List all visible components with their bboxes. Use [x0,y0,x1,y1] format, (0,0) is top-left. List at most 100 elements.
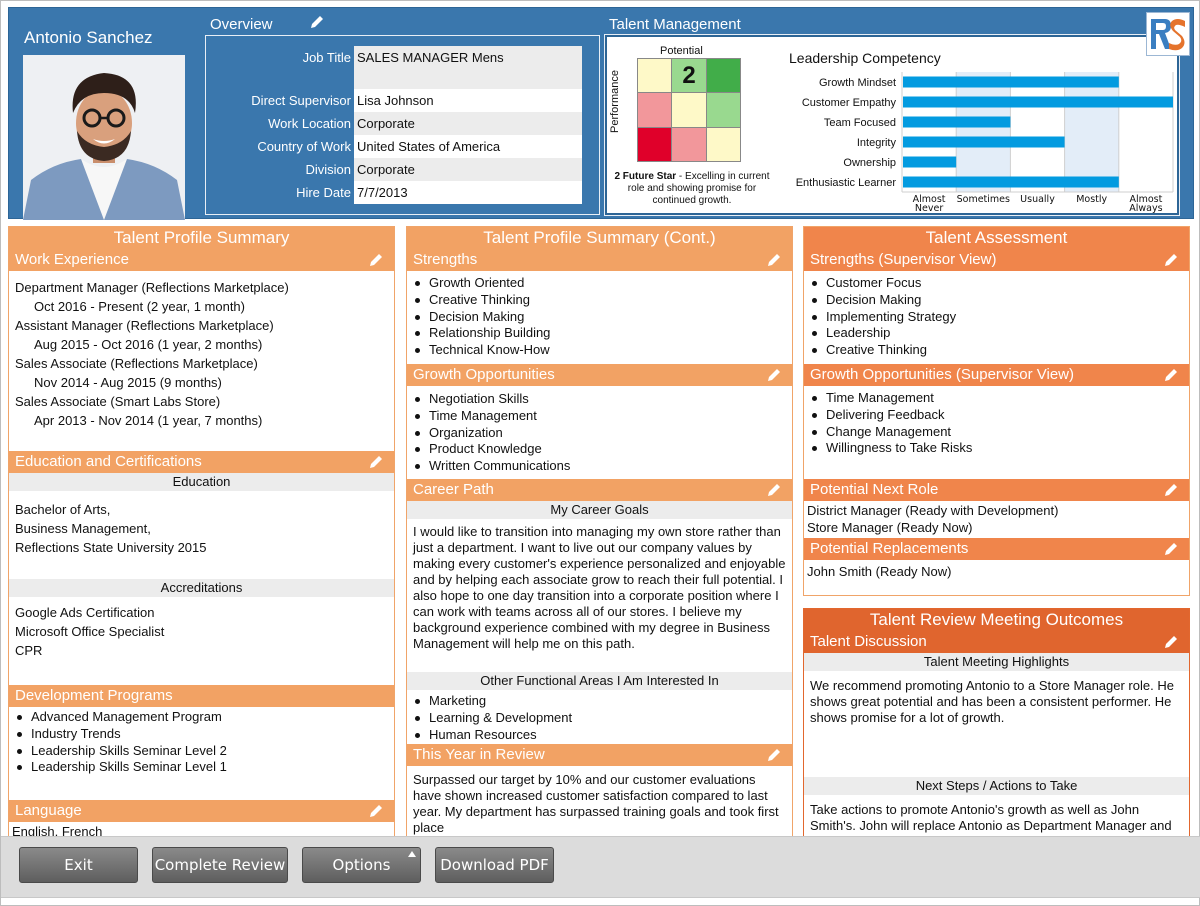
list-item: Learning & Development [415,710,786,727]
complete-review-button[interactable]: Complete Review [152,847,288,883]
chart-tick-label: Never [915,203,943,214]
year-in-review-header: This Year in Review [407,744,792,766]
ninebox-cell[interactable]: 2 [672,59,706,93]
employee-photo [23,55,185,220]
ninebox-cell[interactable] [638,127,672,161]
pencil-icon[interactable] [766,747,782,763]
job-dates: Oct 2016 - Present (2 year, 1 month) [34,299,245,314]
pencil-icon[interactable] [368,252,384,268]
chart-category-label: Team Focused [824,117,896,129]
field-label: Hire Date [296,185,351,200]
job-role: Assistant Manager (Reflections Marketpla… [15,318,274,333]
strengths-list: Growth Oriented Creative Thinking Decisi… [407,271,792,364]
talent-assessment-panel: Talent Assessment Strengths (Supervisor … [803,226,1190,596]
section-title: Career Path [413,481,494,498]
growth-opportunities-list: Negotiation Skills Time Management Organ… [407,386,792,479]
language-value: English, French [12,824,103,836]
talent-profile-summary-panel: Talent Profile Summary Work Experience D… [8,226,395,836]
list-item: Implementing Strategy [812,309,1183,326]
ninebox-cell[interactable] [706,59,740,93]
ninebox-grid: 2 [637,58,741,162]
rs-logo [1146,12,1190,56]
supervisor-field[interactable]: Lisa Johnson [354,89,582,112]
list-item: Customer Focus [812,275,1183,292]
chart-band [956,72,1011,192]
list-item: Negotiation Skills [415,391,786,408]
job-dates: Apr 2013 - Nov 2014 (1 year, 7 months) [34,413,263,428]
chart-bar [903,76,1119,88]
overview-box: Job Title SALES MANAGER Mens Direct Supe… [205,35,600,215]
options-label: Options [332,856,391,874]
overview-row-supervisor: Direct Supervisor Lisa Johnson [206,89,599,112]
pencil-icon[interactable] [766,252,782,268]
growth-opportunities-header: Growth Opportunities [407,364,792,386]
division-field[interactable]: Corporate [354,158,582,181]
pencil-icon[interactable] [368,454,384,470]
job-title-field[interactable]: SALES MANAGER Mens [354,46,582,89]
pencil-icon[interactable] [368,803,384,819]
list-item: Relationship Building [415,325,786,342]
employee-name: Antonio Sanchez [24,28,153,47]
potential-replacements-body: John Smith (Ready Now) [804,560,1189,583]
talent-discussion-header: Talent Discussion [804,631,1189,653]
talent-review-app: Antonio Sanchez Overview Job Title SALES… [0,0,1200,906]
accreditation: CPR [15,643,43,658]
pencil-icon[interactable] [766,482,782,498]
pencil-icon[interactable] [766,367,782,383]
job-dates: Aug 2015 - Oct 2016 (1 year, 2 months) [34,337,263,352]
education-subheader: Education [9,473,394,491]
list-item: Leadership Skills Seminar Level 2 [17,743,388,760]
list-item: Growth Oriented [415,275,786,292]
overview-row-country: Country of Work United States of America [206,135,599,158]
job-role: Department Manager (Reflections Marketpl… [15,280,289,295]
chart-tick-label: Usually [1020,194,1055,205]
chart-tick-label: Mostly [1076,194,1107,205]
ninebox-cell[interactable] [706,127,740,161]
chart-bar [903,116,1011,128]
functional-areas-subheader: Other Functional Areas I Am Interested I… [407,672,792,690]
download-pdf-button[interactable]: Download PDF [435,847,554,883]
ninebox-cell[interactable] [672,127,706,161]
accreditation: Microsoft Office Specialist [15,624,165,639]
supervisor-growth-list: Time Management Delivering Feedback Chan… [804,386,1189,479]
rs-logo-icon [1151,19,1185,51]
panel-title: Talent Profile Summary [9,227,394,249]
pencil-icon[interactable] [1163,252,1179,268]
pencil-icon[interactable] [1163,634,1179,650]
year-in-review-text: Surpassed our target by 10% and our cust… [413,772,779,835]
country-field[interactable]: United States of America [354,135,582,158]
overview-title: Overview [210,16,273,33]
chart-category-label: Customer Empathy [802,97,897,109]
overview-row-division: Division Corporate [206,158,599,181]
accreditation: Google Ads Certification [15,605,155,620]
ninebox-cell[interactable] [706,93,740,127]
work-location-field[interactable]: Corporate [354,112,582,135]
section-title: Development Programs [15,687,173,704]
overview-edit-button[interactable] [309,14,325,35]
pencil-icon[interactable] [1163,541,1179,557]
chart-bar [903,136,1065,148]
chart-category-label: Growth Mindset [819,77,896,89]
ninebox-cell[interactable] [638,59,672,93]
panel-title: Talent Assessment [804,227,1189,249]
chart-bar [903,96,1173,108]
hire-date-field[interactable]: 7/7/2013 [354,181,582,204]
list-item: Time Management [812,390,1183,407]
ninebox-cell[interactable] [672,93,706,127]
pencil-icon[interactable] [1163,367,1179,383]
ninebox-cell[interactable] [638,93,672,127]
list-item: Marketing [415,693,786,710]
list-item: Industry Trends [17,726,388,743]
ninebox-x-label: Potential [660,45,703,57]
ninebox-caption-bold: 2 Future Star [614,171,677,182]
section-title: Strengths (Supervisor View) [810,251,997,268]
panel-title: Talent Profile Summary (Cont.) [407,227,792,249]
strengths-header: Strengths [407,249,792,271]
options-button[interactable]: Options [302,847,421,883]
exit-button[interactable]: Exit [19,847,138,883]
development-programs-list: Advanced Management Program Industry Tre… [9,707,394,800]
chart-category-label: Enthusiastic Learner [796,177,897,189]
pencil-icon[interactable] [1163,482,1179,498]
work-experience-body: Department Manager (Reflections Marketpl… [9,271,394,451]
list-item: Creative Thinking [812,342,1183,359]
